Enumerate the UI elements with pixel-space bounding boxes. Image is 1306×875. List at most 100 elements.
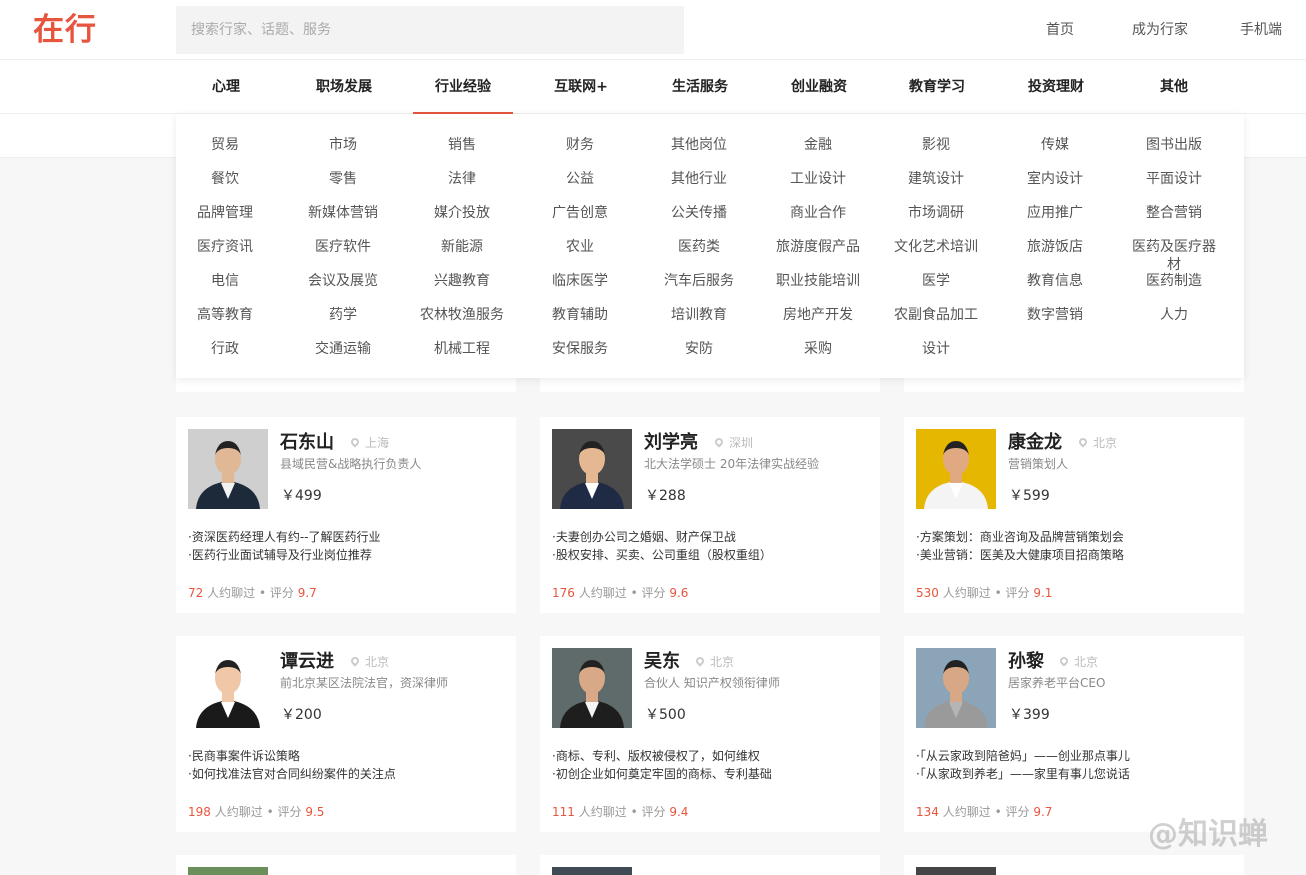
expert-topic-link[interactable]: ·「从家政到养老」——家里有事儿您说话 <box>916 766 1130 782</box>
subcategory-item[interactable]: 新媒体营销 <box>284 204 402 222</box>
subcategory-item[interactable]: 数字营销 <box>996 306 1114 324</box>
subcategory-item[interactable]: 教育辅助 <box>521 306 639 324</box>
expert-card[interactable]: 石东山 上海 县域民营&战略执行负责人 ￥499 ·资深医药经理人有约--了解医药行业 ·… <box>176 417 516 613</box>
expert-topic-link[interactable]: ·「从云家政到陪爸妈」——创业那点事儿 <box>916 748 1130 764</box>
subcategory-item[interactable]: 机械工程 <box>403 340 521 358</box>
category-tab[interactable]: 创业融资 <box>769 60 869 114</box>
expert-topic-link[interactable]: ·商标、专利、版权被侵权了，如何维权 <box>552 748 760 764</box>
expert-name[interactable]: 石东山 <box>280 431 334 455</box>
subcategory-item[interactable]: 交通运输 <box>284 340 402 358</box>
subcategory-item[interactable]: 安防 <box>640 340 758 358</box>
expert-name[interactable]: 吴东 <box>644 650 680 674</box>
subcategory-item[interactable]: 商业合作 <box>759 204 877 222</box>
subcategory-item[interactable]: 金融 <box>759 136 877 154</box>
expert-topic-link[interactable]: ·夫妻创办公司之婚姻、财产保卫战 <box>552 529 736 545</box>
subcategory-item[interactable]: 公关传播 <box>640 204 758 222</box>
subcategory-item[interactable]: 电信 <box>166 272 284 290</box>
expert-card[interactable]: 吴东 北京 合伙人 知识产权领衔律师 ￥500 ·商标、专利、版权被侵权了，如何维权 ·初… <box>540 636 880 832</box>
subcategory-item[interactable]: 采购 <box>759 340 877 358</box>
expert-card[interactable]: 孙黎 北京 居家养老平台CEO ￥399 ·「从云家政到陪爸妈」——创业那点事儿 ·「从家… <box>904 636 1244 832</box>
expert-name[interactable]: 刘学亮 <box>644 431 698 455</box>
expert-avatar[interactable] <box>552 867 632 875</box>
expert-topic-link[interactable]: ·方案策划：商业咨询及品牌营销策划会 <box>916 529 1124 545</box>
nav-home-link[interactable]: 首页 <box>1046 20 1074 40</box>
expert-card-partial[interactable] <box>176 855 516 875</box>
subcategory-item[interactable]: 会议及展览 <box>284 272 402 290</box>
subcategory-item[interactable]: 应用推广 <box>996 204 1114 222</box>
expert-name[interactable]: 谭云进 <box>280 650 334 674</box>
subcategory-item[interactable]: 影视 <box>877 136 995 154</box>
expert-avatar[interactable] <box>188 648 268 728</box>
subcategory-item[interactable]: 旅游饭店 <box>996 238 1114 256</box>
expert-topic-link[interactable]: ·民商事案件诉讼策略 <box>188 748 300 764</box>
expert-topic-link[interactable]: ·资深医药经理人有约--了解医药行业 <box>188 529 380 545</box>
expert-card[interactable]: 康金龙 北京 营销策划人 ￥599 ·方案策划：商业咨询及品牌营销策划会 ·美业营销：医美… <box>904 417 1244 613</box>
subcategory-item[interactable]: 高等教育 <box>166 306 284 324</box>
subcategory-item[interactable]: 兴趣教育 <box>403 272 521 290</box>
subcategory-item[interactable]: 法律 <box>403 170 521 188</box>
category-tab[interactable]: 其他 <box>1124 60 1224 114</box>
subcategory-item[interactable]: 培训教育 <box>640 306 758 324</box>
subcategory-item[interactable]: 市场 <box>284 136 402 154</box>
subcategory-item[interactable]: 财务 <box>521 136 639 154</box>
subcategory-item[interactable]: 公益 <box>521 170 639 188</box>
subcategory-item[interactable]: 临床医学 <box>521 272 639 290</box>
subcategory-item[interactable]: 餐饮 <box>166 170 284 188</box>
expert-avatar[interactable] <box>552 429 632 509</box>
subcategory-item[interactable]: 药学 <box>284 306 402 324</box>
expert-avatar[interactable] <box>916 429 996 509</box>
expert-card[interactable]: 谭云进 北京 前北京某区法院法官，资深律师 ￥200 ·民商事案件诉讼策略 ·如何找准法官… <box>176 636 516 832</box>
search-input[interactable] <box>176 6 684 54</box>
subcategory-item[interactable]: 职业技能培训 <box>759 272 877 290</box>
nav-become-expert-link[interactable]: 成为行家 <box>1132 20 1188 40</box>
expert-card-partial[interactable] <box>904 855 1244 875</box>
subcategory-item[interactable]: 图书出版 <box>1115 136 1233 154</box>
subcategory-item[interactable]: 行政 <box>166 340 284 358</box>
category-tab[interactable]: 投资理财 <box>1006 60 1106 114</box>
subcategory-item[interactable]: 广告创意 <box>521 204 639 222</box>
expert-topic-link[interactable]: ·初创企业如何奠定牢固的商标、专利基础 <box>552 766 772 782</box>
subcategory-item[interactable]: 零售 <box>284 170 402 188</box>
expert-topic-link[interactable]: ·医药行业面试辅导及行业岗位推荐 <box>188 547 372 563</box>
subcategory-item[interactable]: 汽车后服务 <box>640 272 758 290</box>
expert-card[interactable]: 刘学亮 深圳 北大法学硕士 20年法律实战经验 ￥288 ·夫妻创办公司之婚姻、财产保卫… <box>540 417 880 613</box>
subcategory-item[interactable]: 其他岗位 <box>640 136 758 154</box>
subcategory-item[interactable]: 房地产开发 <box>759 306 877 324</box>
subcategory-item[interactable]: 建筑设计 <box>877 170 995 188</box>
expert-card-partial[interactable] <box>540 855 880 875</box>
site-logo[interactable]: 在行 <box>33 10 97 50</box>
category-tab-active[interactable]: 行业经验 <box>413 60 513 114</box>
subcategory-item[interactable]: 农林牧渔服务 <box>403 306 521 324</box>
subcategory-item[interactable]: 人力 <box>1115 306 1233 324</box>
subcategory-item[interactable]: 安保服务 <box>521 340 639 358</box>
subcategory-item[interactable]: 医药制造 <box>1115 272 1233 290</box>
subcategory-item[interactable]: 室内设计 <box>996 170 1114 188</box>
subcategory-item[interactable]: 教育信息 <box>996 272 1114 290</box>
subcategory-item[interactable]: 市场调研 <box>877 204 995 222</box>
subcategory-item[interactable]: 整合营销 <box>1115 204 1233 222</box>
category-tab[interactable]: 生活服务 <box>650 60 750 114</box>
subcategory-item[interactable]: 医学 <box>877 272 995 290</box>
expert-name[interactable]: 孙黎 <box>1008 650 1044 674</box>
subcategory-item[interactable]: 文化艺术培训 <box>877 238 995 256</box>
subcategory-item[interactable]: 新能源 <box>403 238 521 256</box>
category-tab[interactable]: 职场发展 <box>294 60 394 114</box>
subcategory-item[interactable]: 医药类 <box>640 238 758 256</box>
subcategory-item[interactable]: 农业 <box>521 238 639 256</box>
expert-avatar[interactable] <box>188 429 268 509</box>
expert-avatar[interactable] <box>916 867 996 875</box>
subcategory-item[interactable]: 工业设计 <box>759 170 877 188</box>
subcategory-item[interactable]: 医疗软件 <box>284 238 402 256</box>
expert-topic-link[interactable]: ·如何找准法官对合同纠纷案件的关注点 <box>188 766 396 782</box>
nav-mobile-link[interactable]: 手机端 <box>1240 20 1282 40</box>
expert-avatar[interactable] <box>188 867 268 875</box>
subcategory-item[interactable]: 医疗资讯 <box>166 238 284 256</box>
subcategory-item[interactable]: 农副食品加工 <box>877 306 995 324</box>
expert-topic-link[interactable]: ·美业营销：医美及大健康项目招商策略 <box>916 547 1124 563</box>
expert-name[interactable]: 康金龙 <box>1008 431 1062 455</box>
expert-avatar[interactable] <box>916 648 996 728</box>
category-tab[interactable]: 心理 <box>176 60 276 114</box>
category-tab[interactable]: 互联网+ <box>531 60 631 114</box>
category-tab[interactable]: 教育学习 <box>887 60 987 114</box>
subcategory-item[interactable]: 品牌管理 <box>166 204 284 222</box>
